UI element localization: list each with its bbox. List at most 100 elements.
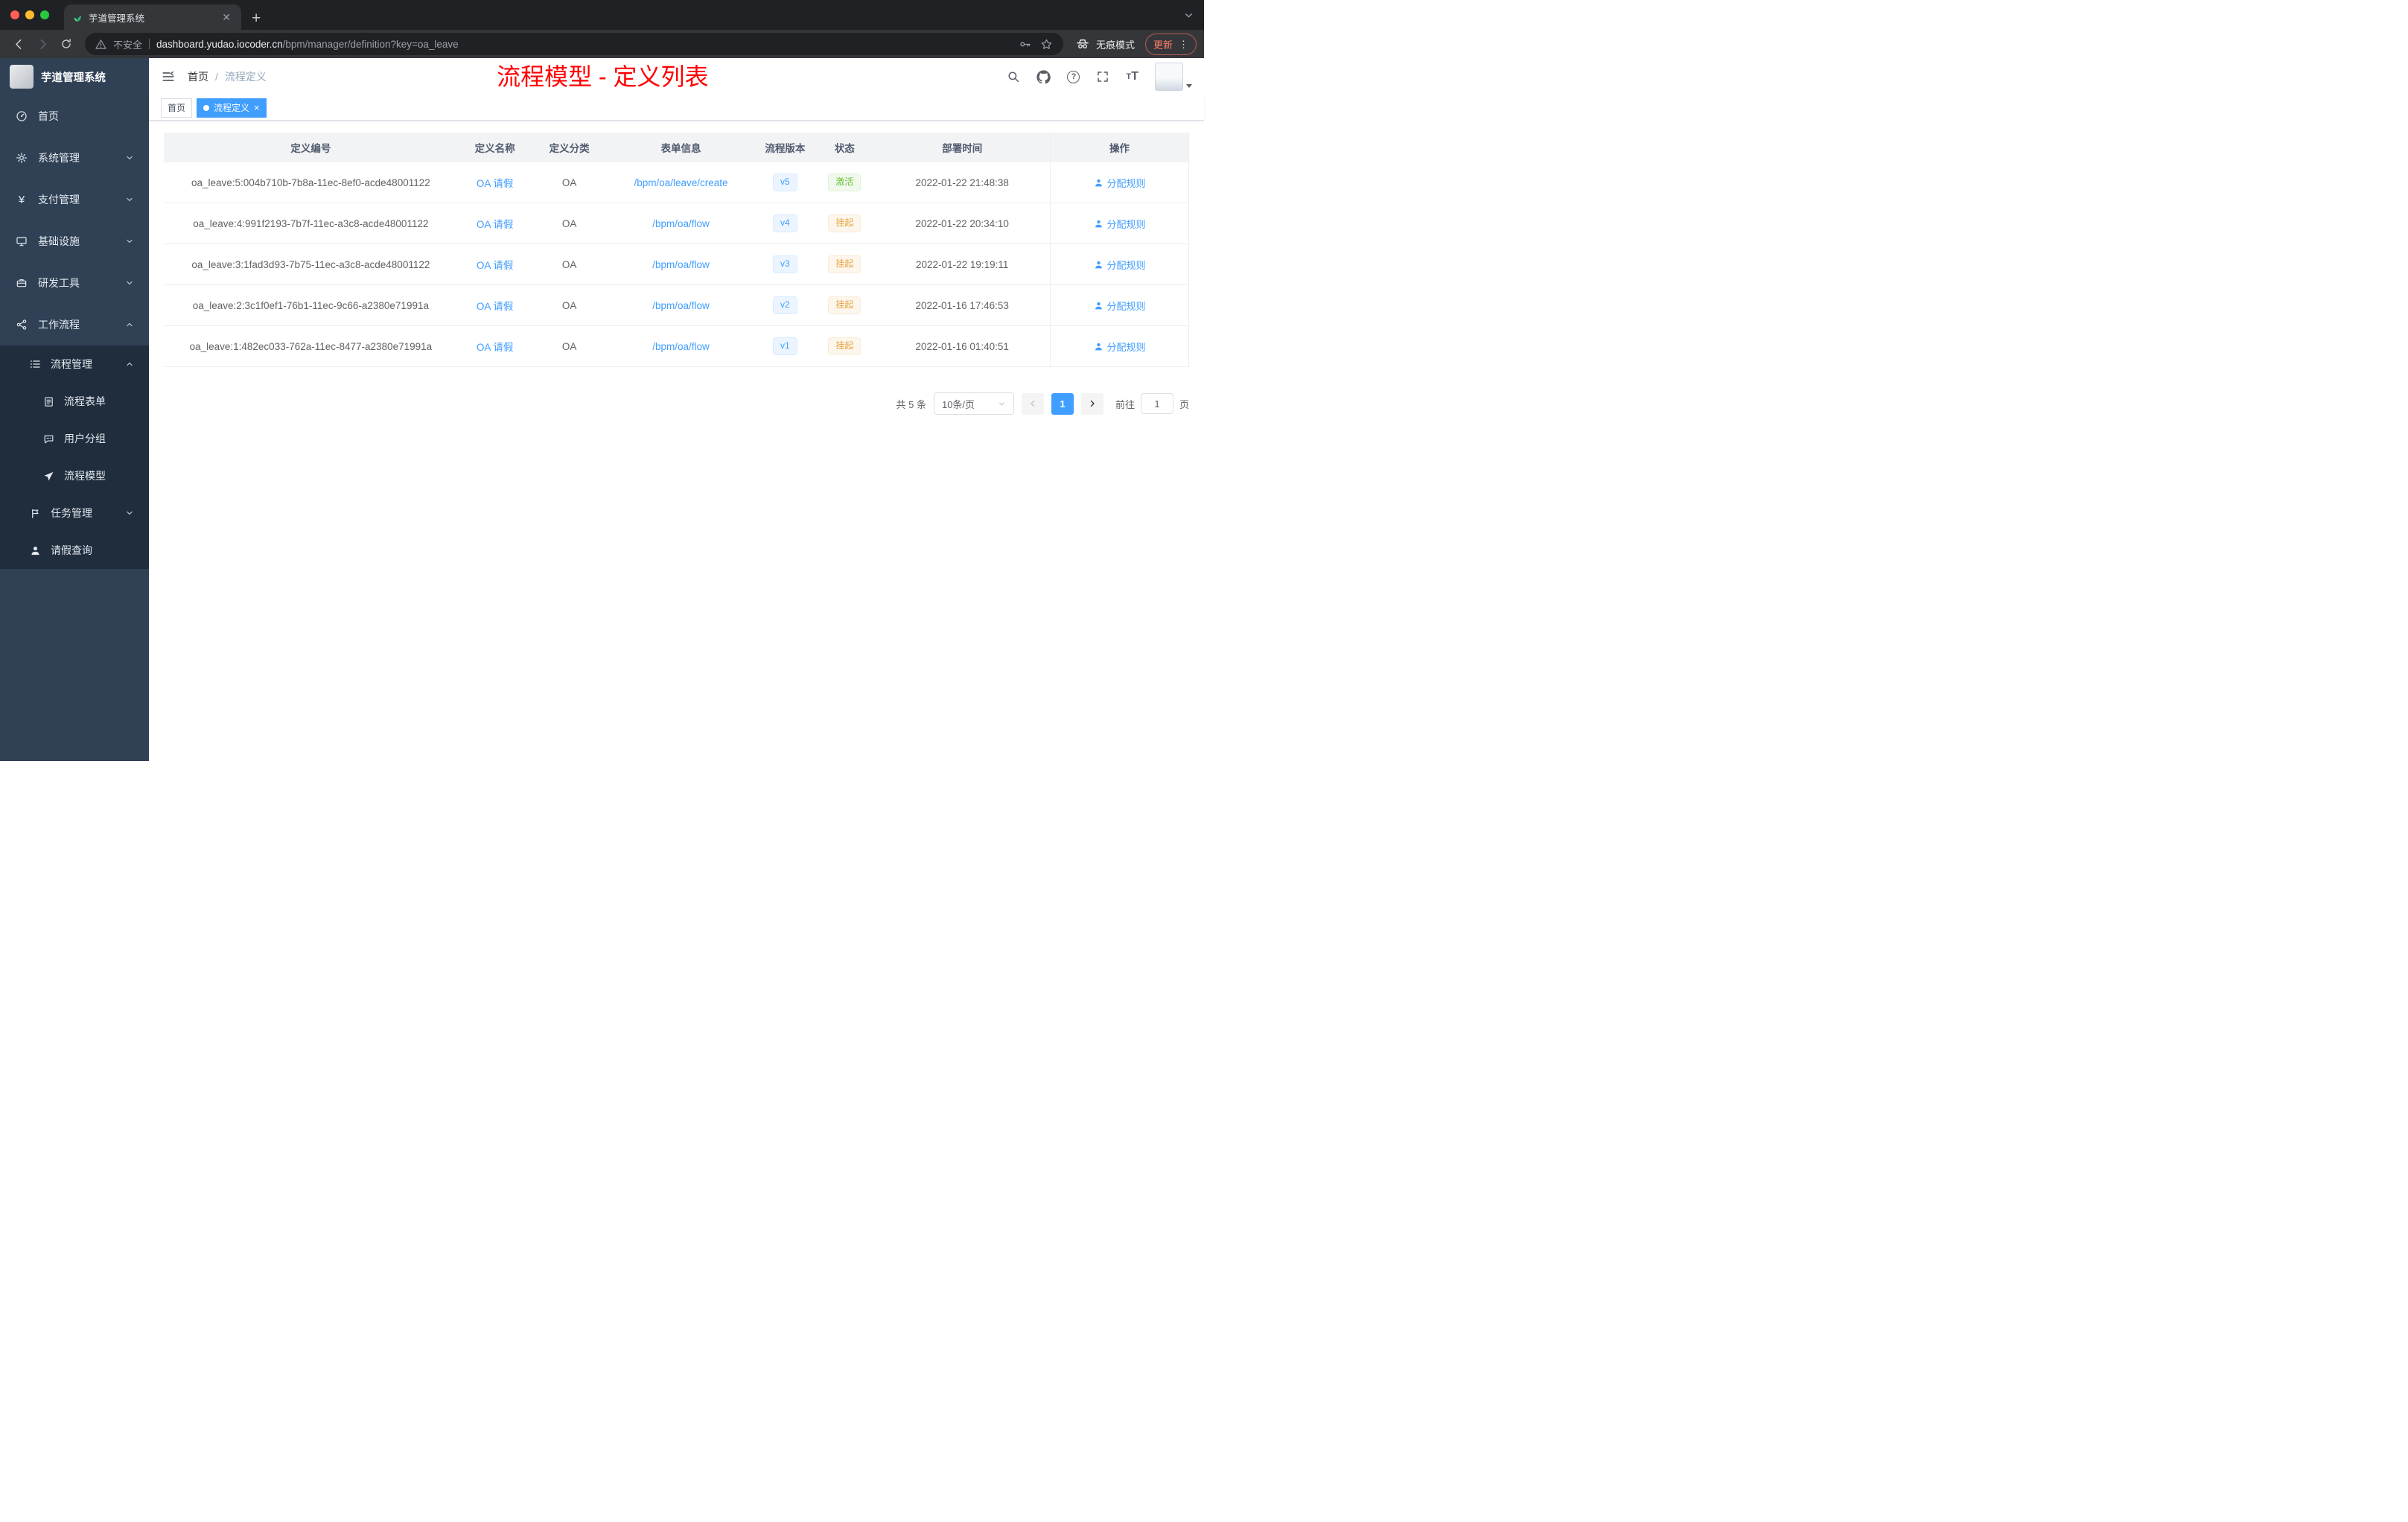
new-tab-button[interactable]: + xyxy=(252,10,261,26)
minimize-window-button[interactable] xyxy=(25,10,34,19)
avatar xyxy=(1155,63,1183,91)
sidebar-item-task-mgmt[interactable]: 任务管理 xyxy=(0,494,149,532)
monitor-icon xyxy=(15,235,28,248)
sidebar-item-workflow[interactable]: 工作流程 xyxy=(0,304,149,346)
definition-table: 定义编号 定义名称 定义分类 表单信息 流程版本 状态 部署时间 操作 oa_l… xyxy=(164,133,1189,367)
font-size-icon[interactable]: TT xyxy=(1126,71,1138,83)
person-icon xyxy=(1095,179,1102,186)
cell-definition-id: oa_leave:1:482ec033-762a-11ec-8477-a2380… xyxy=(189,340,433,352)
chevron-down-icon xyxy=(125,195,134,204)
sidebar-item-label: 用户分组 xyxy=(64,433,106,445)
cell-category: OA xyxy=(561,217,577,229)
sidebar-item-process-model[interactable]: 流程模型 xyxy=(0,457,149,494)
help-icon[interactable]: ? xyxy=(1067,70,1080,83)
forward-icon[interactable] xyxy=(31,33,54,55)
definition-name-link[interactable]: OA 请假 xyxy=(477,339,514,354)
current-page-button[interactable]: 1 xyxy=(1051,392,1074,415)
app-logo[interactable]: 芋道管理系统 xyxy=(0,58,149,95)
prev-page-button[interactable] xyxy=(1021,392,1044,415)
sidebar-item-label: 任务管理 xyxy=(51,507,92,519)
form-info-link[interactable]: /bpm/oa/flow xyxy=(652,218,710,229)
chevron-up-icon xyxy=(125,320,134,329)
url-omnibox[interactable]: 不安全 dashboard.yudao.iocoder.cn/bpm/manag… xyxy=(85,33,1063,55)
column-header: 定义编号 xyxy=(290,143,331,154)
assign-rule-button[interactable]: 分配规则 xyxy=(1094,176,1146,190)
red-annotation-title: 流程模型 - 定义列表 xyxy=(497,63,709,90)
column-header: 定义名称 xyxy=(474,143,515,154)
key-icon[interactable] xyxy=(1019,38,1031,51)
table-header-row: 定义编号 定义名称 定义分类 表单信息 流程版本 状态 部署时间 操作 xyxy=(164,133,1189,162)
sidebar-item-label: 工作流程 xyxy=(38,319,80,331)
page-header: 首页 / 流程定义 流程模型 - 定义列表 ? TT xyxy=(149,58,1204,95)
tab-close-icon[interactable]: ✕ xyxy=(219,10,234,24)
assign-rule-button[interactable]: 分配规则 xyxy=(1094,299,1146,313)
browser-menu-icon[interactable]: ⋮ xyxy=(1179,39,1188,49)
assign-rule-button[interactable]: 分配规则 xyxy=(1094,258,1146,272)
browser-tab[interactable]: 芋道管理系统 ✕ xyxy=(64,4,241,30)
github-icon[interactable] xyxy=(1036,69,1051,84)
column-header: 定义分类 xyxy=(549,143,590,154)
chevron-down-icon xyxy=(125,278,134,287)
sidebar-item-payment-mgmt[interactable]: ¥ 支付管理 xyxy=(0,179,149,220)
toolbox-icon xyxy=(15,276,28,290)
sidebar-item-home[interactable]: 首页 xyxy=(0,95,149,137)
form-info-link[interactable]: /bpm/oa/flow xyxy=(652,341,710,352)
sidebar-item-dev-tools[interactable]: 研发工具 xyxy=(0,262,149,304)
sidebar-item-system-mgmt[interactable]: 系统管理 xyxy=(0,137,149,179)
form-info-link[interactable]: /bpm/oa/leave/create xyxy=(634,177,727,188)
incognito-label: 无痕模式 xyxy=(1095,39,1135,51)
sidebar-item-leave-query[interactable]: 请假查询 xyxy=(0,532,149,569)
version-badge: v3 xyxy=(773,255,797,273)
sidebar-item-user-group[interactable]: 用户分组 xyxy=(0,420,149,457)
sidebar-item-infrastructure[interactable]: 基础设施 xyxy=(0,220,149,262)
definition-name-link[interactable]: OA 请假 xyxy=(477,298,514,313)
sidebar-item-label: 首页 xyxy=(38,110,59,122)
table-row: oa_leave:1:482ec033-762a-11ec-8477-a2380… xyxy=(164,326,1189,367)
form-info-link[interactable]: /bpm/oa/flow xyxy=(652,300,710,311)
tab-title: 芋道管理系统 xyxy=(89,13,145,24)
url-text: dashboard.yudao.iocoder.cn/bpm/manager/d… xyxy=(156,38,459,50)
incognito-icon xyxy=(1075,36,1090,51)
version-badge: v5 xyxy=(773,173,797,191)
goto-page-input[interactable] xyxy=(1140,393,1173,414)
close-window-button[interactable] xyxy=(10,10,19,19)
zoom-window-button[interactable] xyxy=(40,10,49,19)
fullscreen-icon[interactable] xyxy=(1096,70,1109,83)
tag-process-definition[interactable]: 流程定义 × xyxy=(197,98,267,118)
assign-rule-button[interactable]: 分配规则 xyxy=(1094,217,1146,231)
user-avatar-menu[interactable] xyxy=(1155,63,1192,91)
chrome-update-button[interactable]: 更新 ⋮ xyxy=(1144,33,1197,55)
sidebar-item-process-form[interactable]: 流程表单 xyxy=(0,383,149,420)
form-info-link[interactable]: /bpm/oa/flow xyxy=(652,259,710,270)
definition-name-link[interactable]: OA 请假 xyxy=(477,216,514,231)
sidebar-collapse-icon[interactable] xyxy=(161,69,176,84)
favicon-leaf-icon xyxy=(71,12,83,23)
chevron-down-icon xyxy=(125,237,134,246)
back-icon[interactable] xyxy=(7,33,30,55)
logo-avatar xyxy=(10,65,34,89)
assign-rule-button[interactable]: 分配规则 xyxy=(1094,340,1146,354)
breadcrumb-home[interactable]: 首页 xyxy=(188,69,208,84)
cell-definition-id: oa_leave:2:3c1f0ef1-76b1-11ec-9c66-a2380… xyxy=(192,299,429,311)
next-page-button[interactable] xyxy=(1080,392,1103,415)
tag-home[interactable]: 首页 xyxy=(161,98,193,118)
sidebar-item-process-mgmt[interactable]: 流程管理 xyxy=(0,346,149,383)
page-size-select[interactable]: 10条/页 xyxy=(933,392,1014,415)
tag-close-icon[interactable]: × xyxy=(254,103,260,112)
tab-search-icon[interactable] xyxy=(1184,10,1194,20)
definition-name-link[interactable]: OA 请假 xyxy=(477,175,514,190)
reload-icon[interactable] xyxy=(55,33,77,55)
breadcrumb: 首页 / 流程定义 xyxy=(188,69,267,84)
version-badge: v1 xyxy=(773,337,797,355)
person-icon xyxy=(1095,220,1102,227)
status-badge: 挂起 xyxy=(828,255,861,273)
cell-deploy-time: 2022-01-16 17:46:53 xyxy=(915,299,1009,311)
search-icon[interactable] xyxy=(1007,70,1020,83)
definition-name-link[interactable]: OA 请假 xyxy=(477,257,514,272)
bookmark-star-icon[interactable] xyxy=(1040,38,1053,51)
browser-tab-strip: 芋道管理系统 ✕ + xyxy=(0,0,1204,30)
status-badge: 激活 xyxy=(828,173,861,191)
chevron-down-icon xyxy=(125,509,134,518)
column-header: 流程版本 xyxy=(765,143,806,154)
cell-deploy-time: 2022-01-22 21:48:38 xyxy=(915,176,1009,188)
